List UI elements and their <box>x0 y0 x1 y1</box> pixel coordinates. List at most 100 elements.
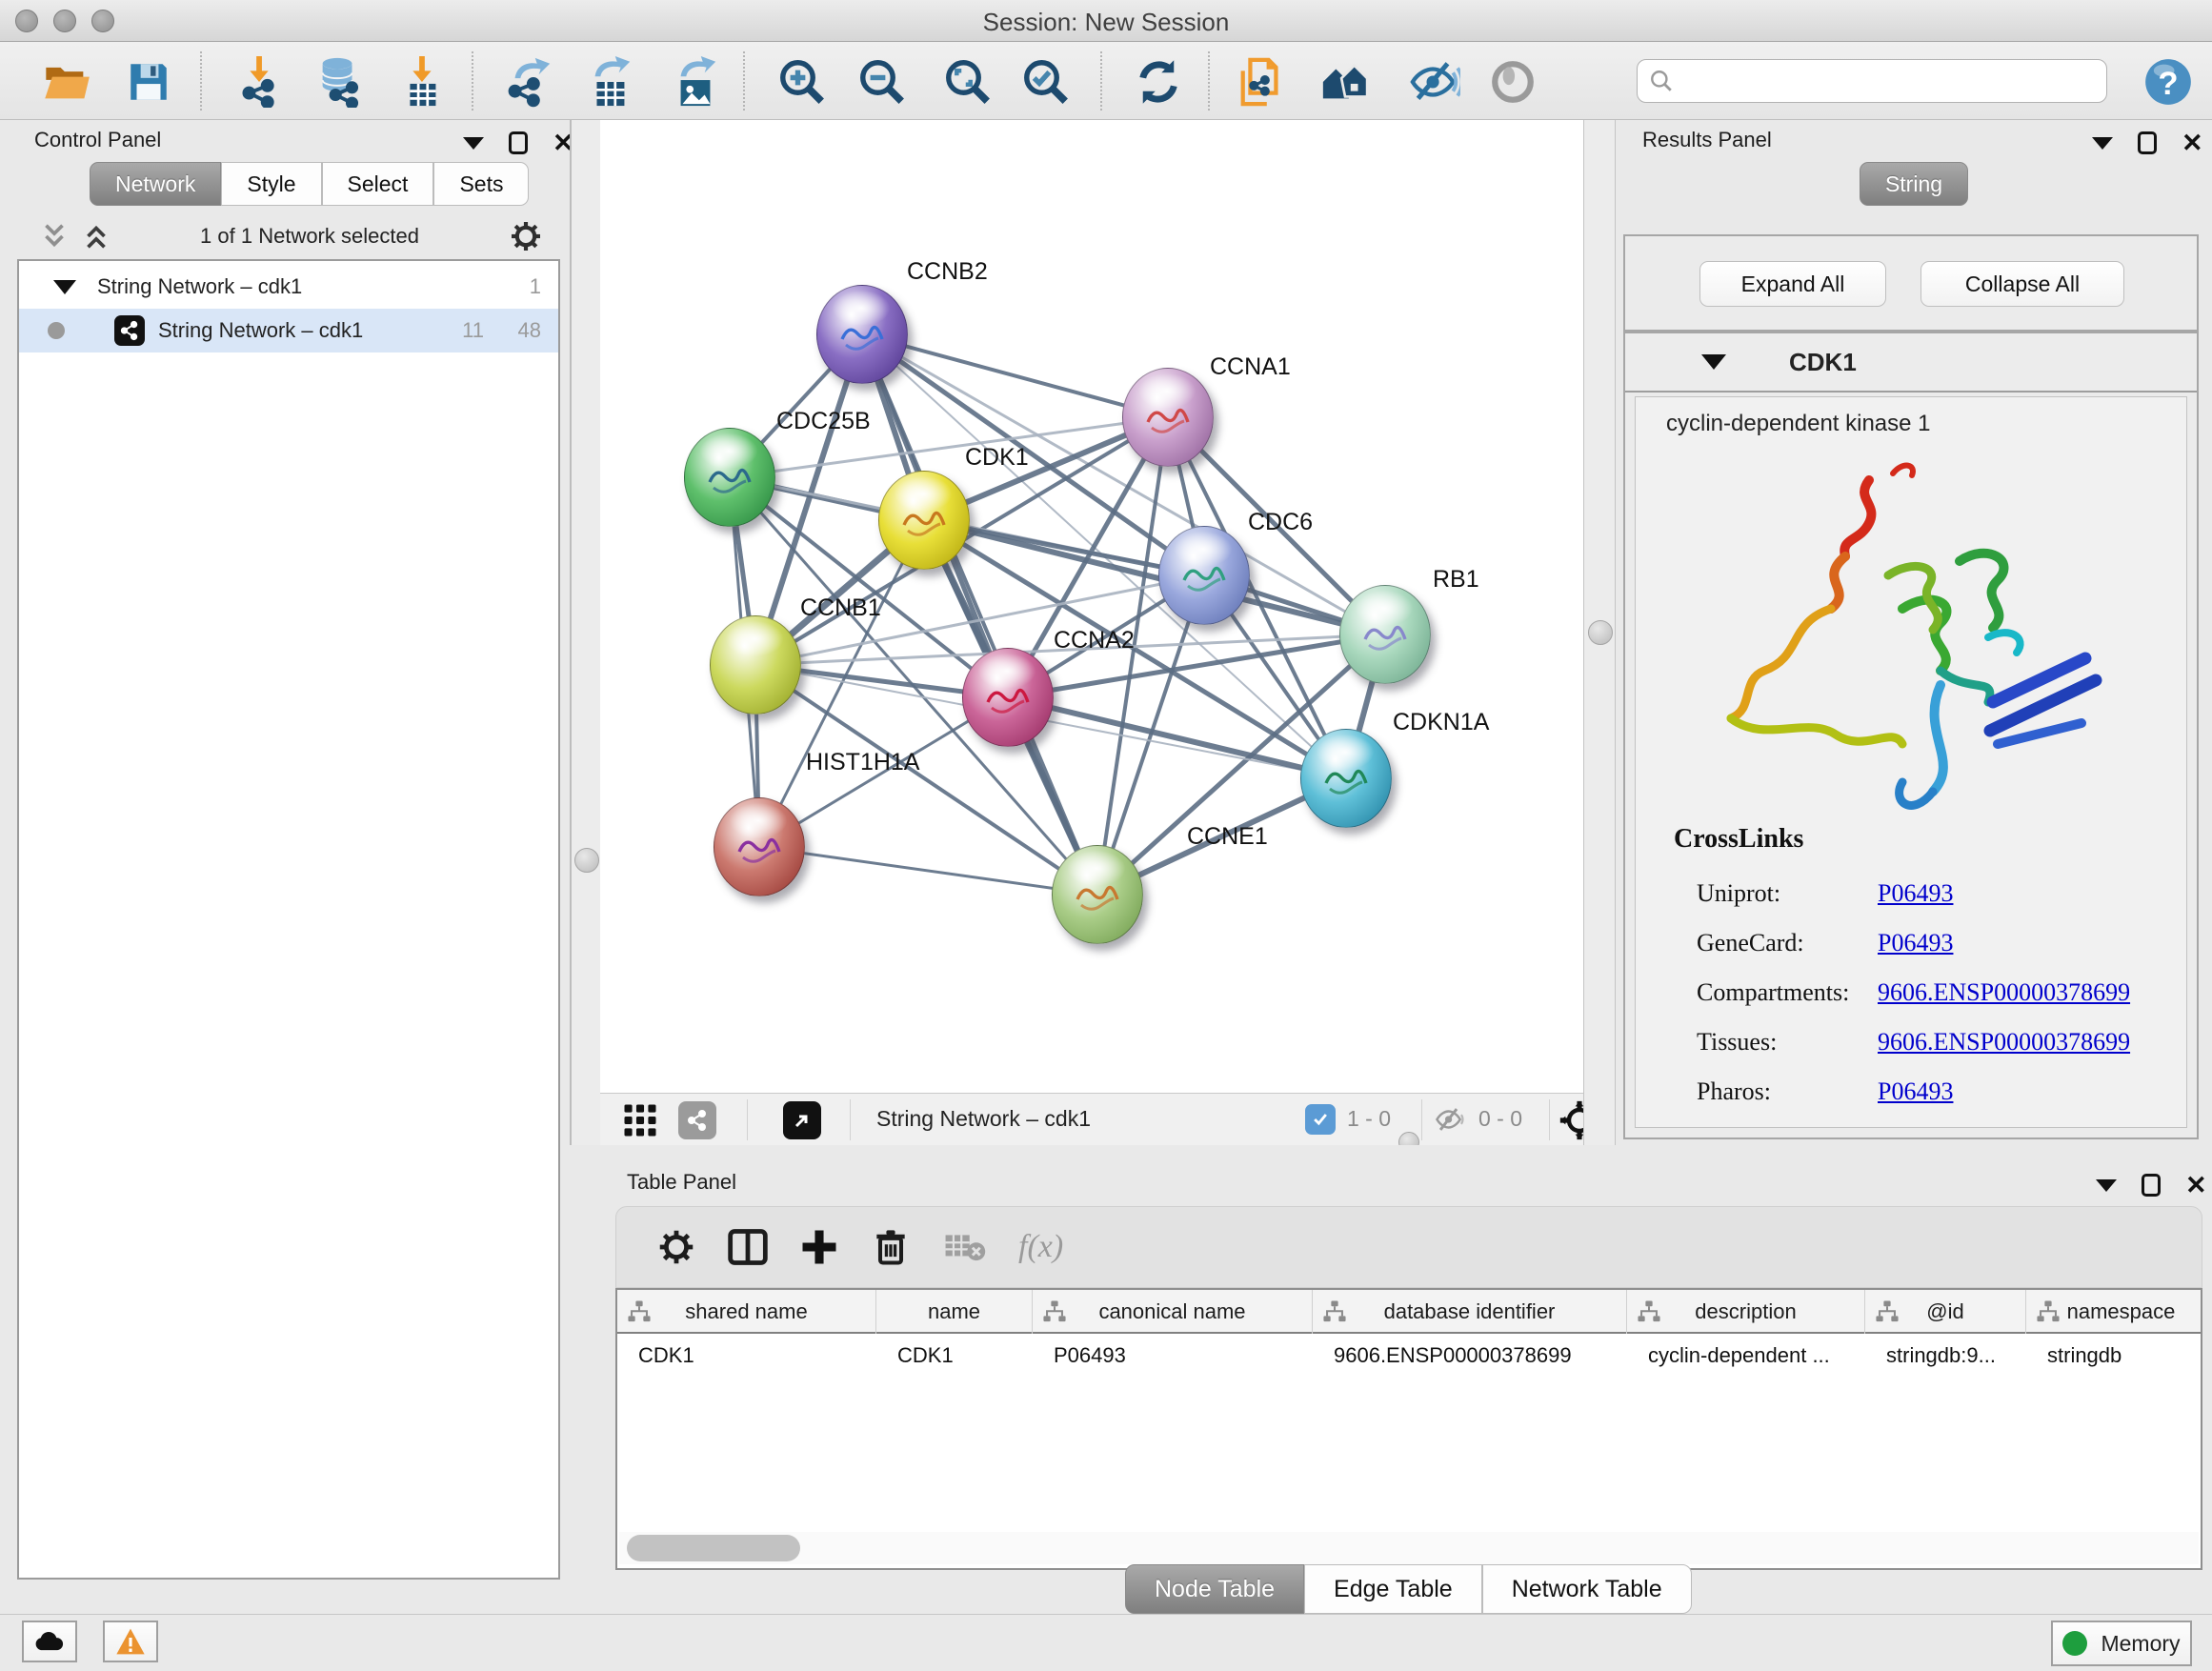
import-network-from-database-button[interactable] <box>312 55 366 109</box>
network-node-CCNB1[interactable] <box>710 615 801 715</box>
select-columns-icon[interactable] <box>727 1226 769 1268</box>
panel-float-icon[interactable] <box>2138 131 2157 154</box>
import-table-button[interactable] <box>394 55 448 109</box>
table-cell[interactable]: P06493 <box>1033 1334 1313 1378</box>
panel-menu-icon[interactable] <box>2092 137 2113 150</box>
zoom-fit-button[interactable] <box>941 55 995 109</box>
network-options-gear-icon[interactable] <box>507 217 545 255</box>
expand-all-chevron-icon[interactable] <box>80 220 112 252</box>
table-cell[interactable]: CDK1 <box>876 1334 1033 1378</box>
export-table-button[interactable] <box>583 55 636 109</box>
open-session-button[interactable] <box>40 55 93 109</box>
network-node-CDKN1A[interactable] <box>1300 729 1392 828</box>
column-header-canonical-name[interactable]: canonical name <box>1033 1290 1313 1334</box>
table-tab-edge-table[interactable]: Edge Table <box>1304 1564 1482 1614</box>
table-horizontal-scrollbar[interactable] <box>619 1532 2199 1564</box>
string-view-icon[interactable] <box>678 1101 716 1139</box>
help-button[interactable]: ? <box>2142 55 2195 109</box>
table-cell[interactable]: stringdb:9... <box>1865 1334 2026 1378</box>
show-all-networks-button[interactable] <box>1318 55 1372 109</box>
refresh-view-button[interactable] <box>1132 55 1185 109</box>
hide-panel-button[interactable] <box>1408 55 1461 109</box>
crosslink-link[interactable]: P06493 <box>1878 879 1953 908</box>
network-node-CCNE1[interactable] <box>1052 845 1143 944</box>
splitter-handle[interactable] <box>574 848 599 873</box>
panel-close-icon[interactable]: ✕ <box>2182 131 2203 154</box>
zoom-selected-button[interactable] <box>1019 55 1073 109</box>
export-image-button[interactable] <box>669 55 722 109</box>
results-tab-string[interactable]: String <box>1860 162 1968 206</box>
vertical-splitter-left[interactable] <box>570 120 600 1145</box>
warnings-button[interactable] <box>103 1621 158 1662</box>
node-label-HIST1H1A: HIST1H1A <box>806 749 919 776</box>
table-tab-network-table[interactable]: Network Table <box>1482 1564 1692 1614</box>
panel-float-icon[interactable] <box>509 131 528 154</box>
table-cell[interactable]: cyclin-dependent ... <box>1627 1334 1865 1378</box>
crosslink-link[interactable]: 9606.ENSP00000378699 <box>1878 978 2130 1007</box>
search-input[interactable] <box>1674 69 2083 93</box>
scrollbar-thumb[interactable] <box>627 1535 800 1561</box>
delete-column-icon[interactable] <box>870 1226 912 1268</box>
network-node-CDC25B[interactable] <box>684 428 775 527</box>
memory-button[interactable]: Memory <box>2051 1621 2192 1666</box>
table-cell[interactable]: 9606.ENSP00000378699 <box>1313 1334 1627 1378</box>
results-panel-window-controls: ✕ <box>2092 131 2203 154</box>
open-in-window-icon[interactable] <box>783 1101 821 1139</box>
network-row-selected[interactable]: String Network – cdk1 11 48 <box>19 309 558 352</box>
clone-network-button[interactable] <box>1235 55 1288 109</box>
network-node-HIST1H1A[interactable] <box>714 797 805 896</box>
inactive-eye-button[interactable] <box>1486 55 1539 109</box>
network-node-CDC6[interactable] <box>1158 526 1250 625</box>
zoom-out-button[interactable] <box>855 55 909 109</box>
control-tab-sets[interactable]: Sets <box>433 162 529 206</box>
collapse-all-button[interactable]: Collapse All <box>1920 261 2124 307</box>
svg-text:?: ? <box>2158 66 2178 102</box>
table-cell[interactable]: CDK1 <box>617 1334 876 1378</box>
tree-expand-icon[interactable] <box>53 280 76 294</box>
splitter-handle[interactable] <box>1588 620 1613 645</box>
column-header--id[interactable]: @id <box>1865 1290 2026 1334</box>
vertical-splitter-right[interactable] <box>1583 120 1616 1145</box>
column-type-icon <box>1875 1299 1900 1324</box>
zoom-in-button[interactable] <box>775 55 829 109</box>
crosslink-link[interactable]: P06493 <box>1878 929 1953 957</box>
network-node-CDK1[interactable] <box>878 471 970 570</box>
selected-checkbox-icon[interactable] <box>1305 1104 1336 1135</box>
column-header-description[interactable]: description <box>1627 1290 1865 1334</box>
edge-count: 48 <box>518 318 541 343</box>
collapse-all-chevron-icon[interactable] <box>38 220 70 252</box>
birdseye-grid-icon[interactable] <box>623 1103 657 1137</box>
toolbar-search[interactable] <box>1637 59 2107 103</box>
crosslink-link[interactable]: 9606.ENSP00000378699 <box>1878 1028 2130 1057</box>
panel-menu-icon[interactable] <box>2096 1179 2117 1192</box>
network-node-CCNA1[interactable] <box>1122 368 1214 467</box>
crosslink-link[interactable]: P06493 <box>1878 1077 1953 1106</box>
cloud-button[interactable] <box>22 1621 77 1662</box>
network-node-CCNA2[interactable] <box>962 648 1054 747</box>
control-tab-network[interactable]: Network <box>90 162 221 206</box>
column-header-name[interactable]: name <box>876 1290 1033 1334</box>
column-header-namespace[interactable]: namespace <box>2026 1290 2202 1334</box>
column-header-shared-name[interactable]: shared name <box>617 1290 876 1334</box>
table-tab-node-table[interactable]: Node Table <box>1125 1564 1304 1614</box>
control-tab-style[interactable]: Style <box>221 162 321 206</box>
expand-all-button[interactable]: Expand All <box>1699 261 1886 307</box>
panel-close-icon[interactable]: ✕ <box>2185 1174 2207 1197</box>
panel-float-icon[interactable] <box>2142 1174 2161 1197</box>
control-tab-select[interactable]: Select <box>322 162 434 206</box>
add-column-icon[interactable] <box>799 1227 839 1267</box>
column-header-database-identifier[interactable]: database identifier <box>1313 1290 1627 1334</box>
panel-menu-icon[interactable] <box>463 137 484 150</box>
network-node-RB1[interactable] <box>1339 585 1431 684</box>
gene-section-header[interactable]: CDK1 <box>1625 333 2197 393</box>
export-network-button[interactable] <box>503 55 556 109</box>
table-row[interactable]: CDK1CDK1P064939606.ENSP00000378699cyclin… <box>617 1334 2202 1378</box>
network-collection-row[interactable]: String Network – cdk1 1 <box>19 265 558 309</box>
collapse-section-icon[interactable] <box>1701 354 1726 370</box>
network-canvas[interactable]: CCNB2CCNA1CDC25BCDK1CDC6RB1CCNB1CCNA2CDK… <box>600 120 1583 1093</box>
network-node-CCNB2[interactable] <box>816 285 908 384</box>
import-network-button[interactable] <box>233 55 287 109</box>
table-cell[interactable]: stringdb <box>2026 1334 2202 1378</box>
table-options-gear-icon[interactable] <box>654 1225 698 1269</box>
save-session-button[interactable] <box>122 55 175 109</box>
